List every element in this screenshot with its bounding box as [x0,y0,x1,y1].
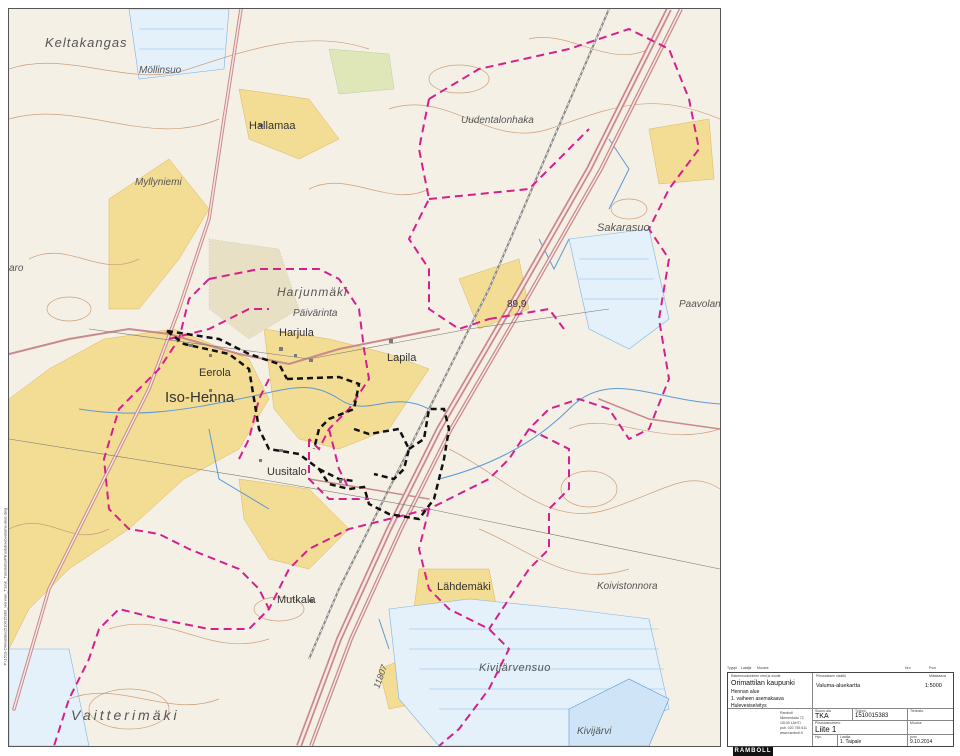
rev-laatija: Laatija [741,666,752,670]
tb-suunn-cell: Suunn.ala TKA [813,709,853,721]
rev-nro: Nro [905,666,911,670]
tb-hyv-caption: Hyv. [815,735,822,739]
label-kivijarvi: Kivijärvi [577,726,612,737]
tb-company-info-5: www.ramboll.fi [780,731,803,735]
label-koivistonnora: Koivistonnora [597,581,658,592]
label-myllyniemi: Myllyniemi [135,177,182,188]
map-area[interactable]: Keltakangas Möllinsuo Hallamaa Myllyniem… [8,8,721,747]
map-canvas[interactable]: Keltakangas Möllinsuo Hallamaa Myllyniem… [9,9,720,746]
label-sakarasuo: Sakarasuo [597,222,650,234]
tb-pvm-cell: pvm 9.10.2014 [908,735,953,746]
label-kivijarvensuo: Kivijärvensuo [479,662,551,674]
tb-drawing-cell: Piirustuksen sisältö Mittakaava Valuma-a… [813,673,953,709]
label-elevation-899: 89,9 [507,299,527,310]
tb-line2: Hennan alue [731,689,760,695]
label-paivarinta: Päivärinta [293,308,338,319]
tb-company-cell: RAMBOLL Ramboll Niemenkatu 73 15140 LAHT… [728,709,813,756]
label-uusitalo: Uusitalo [267,466,307,478]
tb-muutos-caption: Muutos [910,721,922,725]
tb-tyonro-cell: Työnro 1510015383 [853,709,908,721]
tb-company-info-4: puh. 020 755 611 [780,726,807,730]
tb-client-name: Orimattilan kaupunki [731,680,795,687]
label-uudentalonhaka: Uudentalonhaka [461,115,534,126]
label-aro: aro [9,263,24,274]
label-harjula: Harjula [279,327,315,339]
tb-tyonro-value: 1510015383 [855,713,889,719]
label-keltakangas: Keltakangas [45,35,128,50]
tb-piirnro-value: Liite 1 [815,725,837,734]
tb-company-info-2: Niemenkatu 73 [780,716,804,720]
label-lahdemaki: Lähdemäki [437,581,491,593]
tb-tiedosto-caption: Tiedosto [910,709,924,713]
file-path-text: P:\1510-Orimattila\1510015383_Hennan_T1a… [2,508,8,666]
tb-drawing-title: Valuma-aluekartta [816,683,861,689]
rev-muutos: Muutos [757,666,769,670]
tb-company-info-3: 15140 LAHTI [780,721,801,725]
tb-company-info-1: Ramboll [780,711,793,715]
tb-project-cell: Rakennuskohteen nimi ja osoite Orimattil… [728,673,813,709]
tb-drawing-caption: Piirustuksen sisältö [816,674,846,678]
tb-hyv-cell: Hyv. [813,735,838,746]
tb-suunn-value: TKA [815,713,829,720]
tb-laatija-value: 1. Taipale [840,739,862,745]
tb-laatija-cell: Laatija 1. Taipale [838,735,908,746]
label-paavolans: Paavolans [679,299,720,310]
tb-muutos-cell: Muutos [908,721,953,735]
ramboll-logo: RAMBOLL [733,747,773,756]
rev-tyyppi: Tyyppi [727,666,738,670]
label-eerola: Eerola [199,367,232,379]
label-mollinsuo: Möllinsuo [139,65,182,76]
label-harjunmaki: Harjunmäki [277,285,348,299]
meadow-area [328,48,395,95]
tb-pvm-value: 9.10.2014 [910,739,933,745]
file-path-label: P:\1510-Orimattila\1510015383_Hennan_T1a… [0,8,8,745]
label-iso-henna: Iso-Henna [165,389,235,406]
tb-tiedosto-cell: Tiedosto [908,709,953,721]
tb-piirnro-cell: Piirustusnumero Liite 1 [813,721,908,735]
tb-scale: 1:5000 [925,683,942,689]
label-mutkala: Mutkala [277,594,316,606]
tb-line3: 1. vaiheen asemakaava [731,696,784,702]
title-block: Rakennuskohteen nimi ja osoite Orimattil… [727,672,954,756]
label-hallamaa: Hallamaa [249,120,296,132]
rev-pvm: Pvm [929,666,936,670]
label-vaitterimaki: Vaitterimäki [71,707,180,723]
label-lapila: Lapila [387,352,417,364]
tb-scale-caption: Mittakaava [929,674,946,678]
tb-client-caption: Rakennuskohteen nimi ja osoite [731,674,781,678]
